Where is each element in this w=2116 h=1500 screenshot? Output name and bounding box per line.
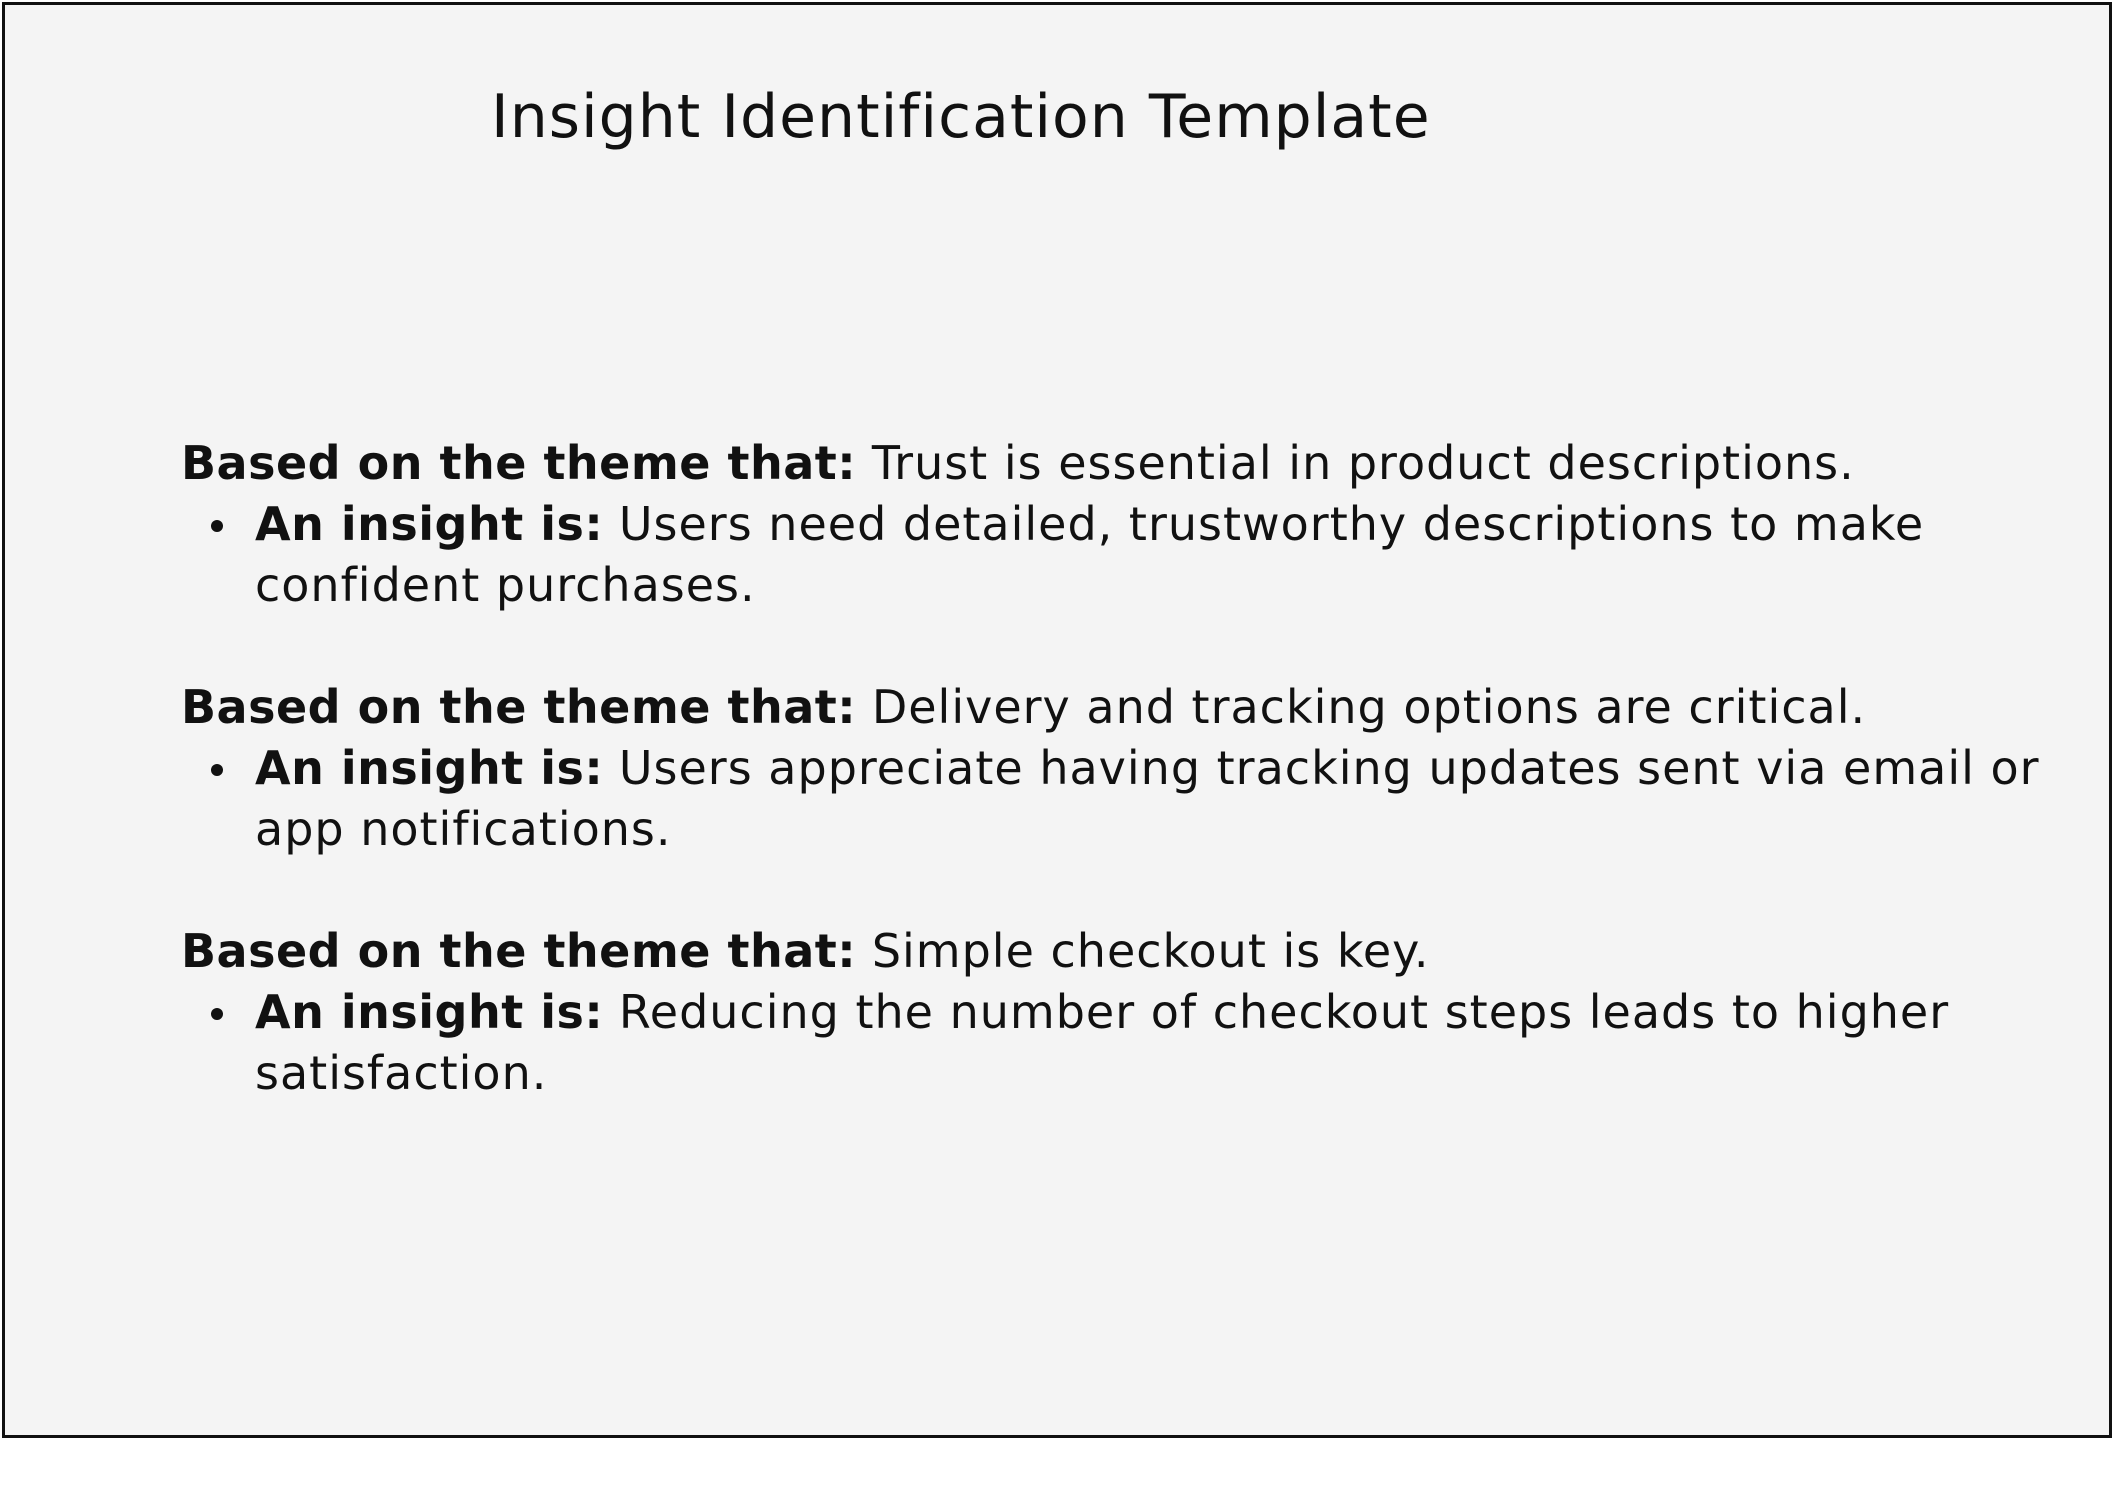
bullet-dot-icon xyxy=(211,1008,223,1020)
bullet-dot-icon xyxy=(211,764,223,776)
insight-item: An insight is: Users need detailed, trus… xyxy=(211,494,2091,616)
insight-list: An insight is: Users need detailed, trus… xyxy=(181,494,2091,616)
theme-block-3: Based on the theme that: Simple checkout… xyxy=(181,921,2091,1104)
insight-label: An insight is: xyxy=(255,985,604,1039)
insight-list: An insight is: Users appreciate having t… xyxy=(181,738,2091,860)
theme-line: Based on the theme that: Delivery and tr… xyxy=(181,677,2091,738)
insight-label: An insight is: xyxy=(255,497,604,551)
insight-content: Based on the theme that: Trust is essent… xyxy=(181,433,2091,1165)
theme-line: Based on the theme that: Simple checkout… xyxy=(181,921,2091,982)
insight-item: An insight is: Reducing the number of ch… xyxy=(211,982,2091,1104)
theme-label: Based on the theme that: xyxy=(181,436,857,490)
insight-label: An insight is: xyxy=(255,741,604,795)
insight-list: An insight is: Reducing the number of ch… xyxy=(181,982,2091,1104)
template-frame: Insight Identification Template Based on… xyxy=(2,2,2112,1438)
page-title: Insight Identification Template xyxy=(491,82,1431,152)
theme-text: Simple checkout is key. xyxy=(871,924,1430,978)
theme-text: Trust is essential in product descriptio… xyxy=(871,436,1855,490)
theme-label: Based on the theme that: xyxy=(181,924,857,978)
theme-line: Based on the theme that: Trust is essent… xyxy=(181,433,2091,494)
theme-block-2: Based on the theme that: Delivery and tr… xyxy=(181,677,2091,860)
theme-label: Based on the theme that: xyxy=(181,680,857,734)
theme-block-1: Based on the theme that: Trust is essent… xyxy=(181,433,2091,616)
bullet-dot-icon xyxy=(211,520,223,532)
insight-item: An insight is: Users appreciate having t… xyxy=(211,738,2091,860)
theme-text: Delivery and tracking options are critic… xyxy=(871,680,1867,734)
